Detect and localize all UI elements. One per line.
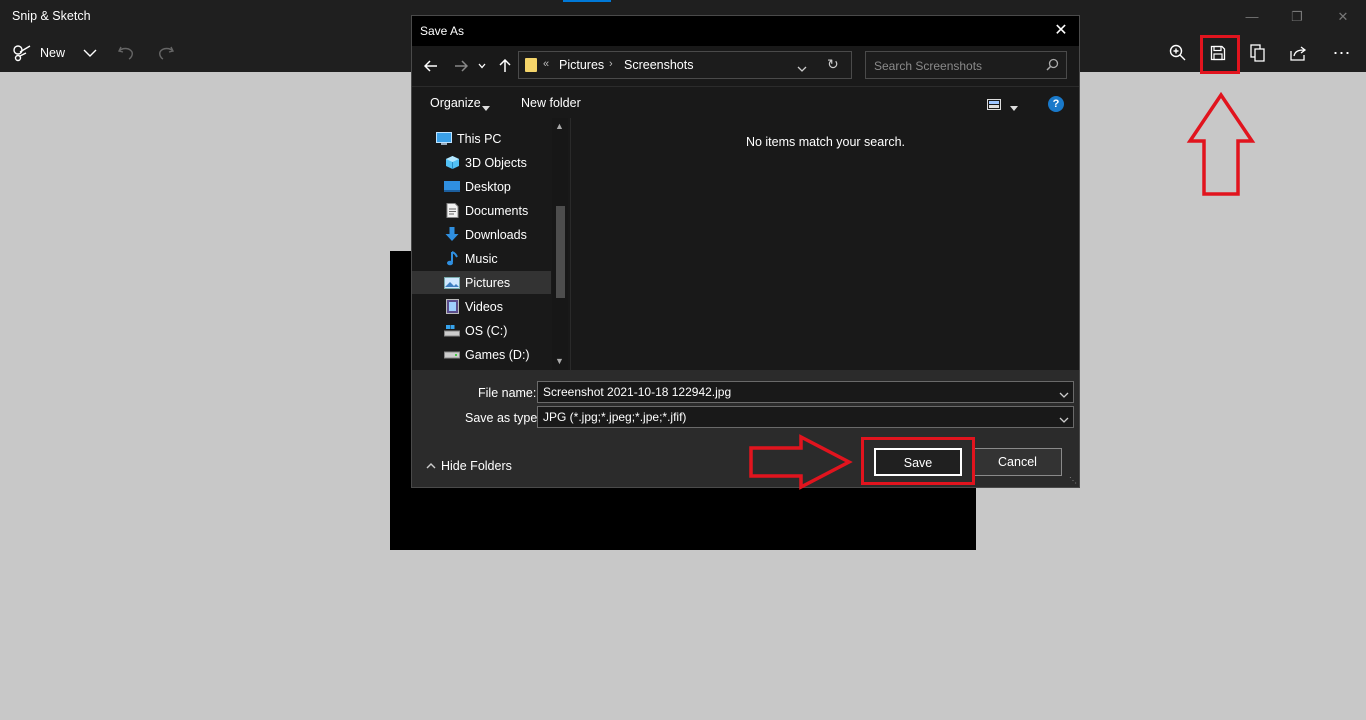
file-name-dropdown-icon[interactable] bbox=[1059, 386, 1069, 404]
save-type-value: JPG (*.jpg;*.jpeg;*.jpe;*.jfif) bbox=[543, 410, 687, 424]
nav-pane-scrollbar[interactable]: ▲ ▼ bbox=[552, 118, 568, 370]
folder-icon bbox=[525, 58, 537, 72]
file-name-field[interactable]: Screenshot 2021-10-18 122942.jpg bbox=[537, 381, 1074, 403]
save-options-panel: File name: Screenshot 2021-10-18 122942.… bbox=[412, 370, 1079, 487]
restore-icon[interactable]: ❐ bbox=[1274, 6, 1320, 28]
hide-folders-button[interactable]: Hide Folders bbox=[426, 458, 512, 473]
nav-item-label: Pictures bbox=[465, 276, 511, 290]
new-folder-button[interactable]: New folder bbox=[521, 96, 581, 110]
nav-item-desktop[interactable]: Desktop bbox=[412, 175, 551, 198]
resize-grip-icon[interactable]: ⋱ bbox=[1069, 476, 1077, 485]
dialog-title: Save As bbox=[420, 24, 465, 38]
videos-icon bbox=[444, 299, 460, 314]
scroll-down-icon[interactable]: ▼ bbox=[555, 356, 564, 366]
dialog-titlebar: Save As ✕ bbox=[412, 16, 1079, 46]
more-icon[interactable]: ⋯ bbox=[1328, 38, 1356, 68]
nav-item-downloads[interactable]: Downloads bbox=[412, 223, 551, 246]
zoom-icon[interactable] bbox=[1166, 38, 1190, 68]
up-folder-icon[interactable] bbox=[496, 57, 514, 75]
save-button-highlight-box bbox=[861, 437, 975, 485]
nav-item-games-d[interactable]: Games (D:) bbox=[412, 343, 551, 366]
save-as-dialog: Save As ✕ « Pictures › Screenshots ↻ Sea… bbox=[411, 15, 1080, 488]
download-icon bbox=[444, 227, 460, 242]
cube-icon bbox=[444, 155, 460, 170]
new-button[interactable]: New bbox=[12, 38, 65, 68]
breadcrumb-separator-icon[interactable]: › bbox=[609, 58, 613, 70]
nav-item-label: Documents bbox=[465, 204, 529, 218]
nav-item-this-pc[interactable]: This PC bbox=[412, 127, 551, 150]
nav-item-videos[interactable]: Videos bbox=[412, 295, 551, 318]
file-name-value: Screenshot 2021-10-18 122942.jpg bbox=[543, 385, 732, 399]
nav-item-label: Downloads bbox=[465, 228, 527, 242]
back-icon[interactable] bbox=[422, 57, 440, 75]
nav-item-label: Games (D:) bbox=[465, 348, 530, 362]
up-arrow-annotation bbox=[1186, 92, 1256, 196]
nav-item-label: Videos bbox=[465, 300, 503, 314]
document-icon bbox=[444, 203, 460, 218]
breadcrumb-screenshots[interactable]: Screenshots bbox=[624, 58, 693, 72]
save-type-select[interactable]: JPG (*.jpg;*.jpeg;*.jpe;*.jfif) bbox=[537, 406, 1074, 428]
save-type-dropdown-icon[interactable] bbox=[1059, 411, 1069, 429]
music-icon bbox=[444, 251, 460, 266]
new-label: New bbox=[40, 46, 66, 60]
scroll-up-icon[interactable]: ▲ bbox=[555, 121, 564, 131]
nav-item-pictures[interactable]: Pictures bbox=[412, 271, 551, 294]
close-icon[interactable]: ✕ bbox=[1320, 6, 1366, 28]
undo-icon[interactable] bbox=[114, 38, 138, 68]
share-icon[interactable] bbox=[1286, 38, 1310, 68]
help-icon[interactable]: ? bbox=[1048, 96, 1064, 112]
redo-icon[interactable] bbox=[154, 38, 178, 68]
scroll-thumb[interactable] bbox=[556, 206, 565, 298]
search-icon[interactable] bbox=[1046, 58, 1059, 76]
right-arrow-annotation bbox=[749, 434, 853, 490]
pictures-icon bbox=[444, 275, 460, 290]
address-bar[interactable]: « Pictures › Screenshots ↻ bbox=[518, 51, 852, 79]
navigation-bar: « Pictures › Screenshots ↻ Search Screen… bbox=[412, 46, 1079, 86]
breadcrumb-pictures[interactable]: Pictures bbox=[559, 58, 604, 72]
view-dropdown-icon[interactable] bbox=[1010, 99, 1018, 117]
recent-locations-icon[interactable] bbox=[476, 57, 488, 75]
nav-item-label: Music bbox=[465, 252, 498, 266]
dialog-close-icon[interactable]: ✕ bbox=[1051, 21, 1071, 41]
organize-button[interactable]: Organize bbox=[430, 96, 481, 110]
app-title: Snip & Sketch bbox=[12, 9, 91, 23]
pc-icon bbox=[436, 131, 452, 146]
navigation-pane: This PC 3D Objects Desktop Documents Dow… bbox=[412, 118, 570, 370]
search-input[interactable]: Search Screenshots bbox=[865, 51, 1067, 79]
nav-item-os-c[interactable]: OS (C:) bbox=[412, 319, 551, 342]
nav-item-label: OS (C:) bbox=[465, 324, 508, 338]
address-dropdown-icon[interactable] bbox=[797, 60, 807, 78]
chevron-up-icon bbox=[426, 458, 436, 472]
empty-message: No items match your search. bbox=[745, 135, 906, 149]
desktop-icon bbox=[444, 179, 460, 194]
nav-item-documents[interactable]: Documents bbox=[412, 199, 551, 222]
new-dropdown-icon[interactable] bbox=[80, 38, 100, 68]
minimize-icon[interactable]: — bbox=[1229, 6, 1275, 28]
search-placeholder: Search Screenshots bbox=[874, 59, 983, 73]
organize-dropdown-icon[interactable] bbox=[482, 99, 490, 117]
nav-item-label: This PC bbox=[457, 132, 502, 146]
forward-icon[interactable] bbox=[452, 57, 470, 75]
command-bar: Organize New folder ? bbox=[412, 86, 1079, 118]
drive-icon bbox=[444, 323, 460, 338]
cancel-button[interactable]: Cancel bbox=[973, 448, 1062, 476]
nav-item-label: 3D Objects bbox=[465, 156, 527, 170]
nav-item-label: Desktop bbox=[465, 180, 511, 194]
file-list[interactable]: No items match your search. bbox=[570, 118, 1079, 370]
drive-icon bbox=[444, 347, 460, 362]
view-options-icon[interactable] bbox=[987, 97, 1001, 115]
copy-icon[interactable] bbox=[1246, 38, 1270, 68]
save-icon-highlight-box bbox=[1200, 35, 1240, 74]
accent-indicator bbox=[563, 0, 611, 2]
new-snip-icon bbox=[13, 45, 31, 62]
save-type-label: Save as type: bbox=[465, 411, 541, 425]
nav-item-music[interactable]: Music bbox=[412, 247, 551, 270]
nav-item-3d-objects[interactable]: 3D Objects bbox=[412, 151, 551, 174]
refresh-icon[interactable]: ↻ bbox=[827, 56, 839, 73]
file-name-label: File name: bbox=[478, 386, 537, 400]
breadcrumb-overflow[interactable]: « bbox=[543, 58, 549, 70]
hide-folders-label: Hide Folders bbox=[441, 459, 512, 473]
